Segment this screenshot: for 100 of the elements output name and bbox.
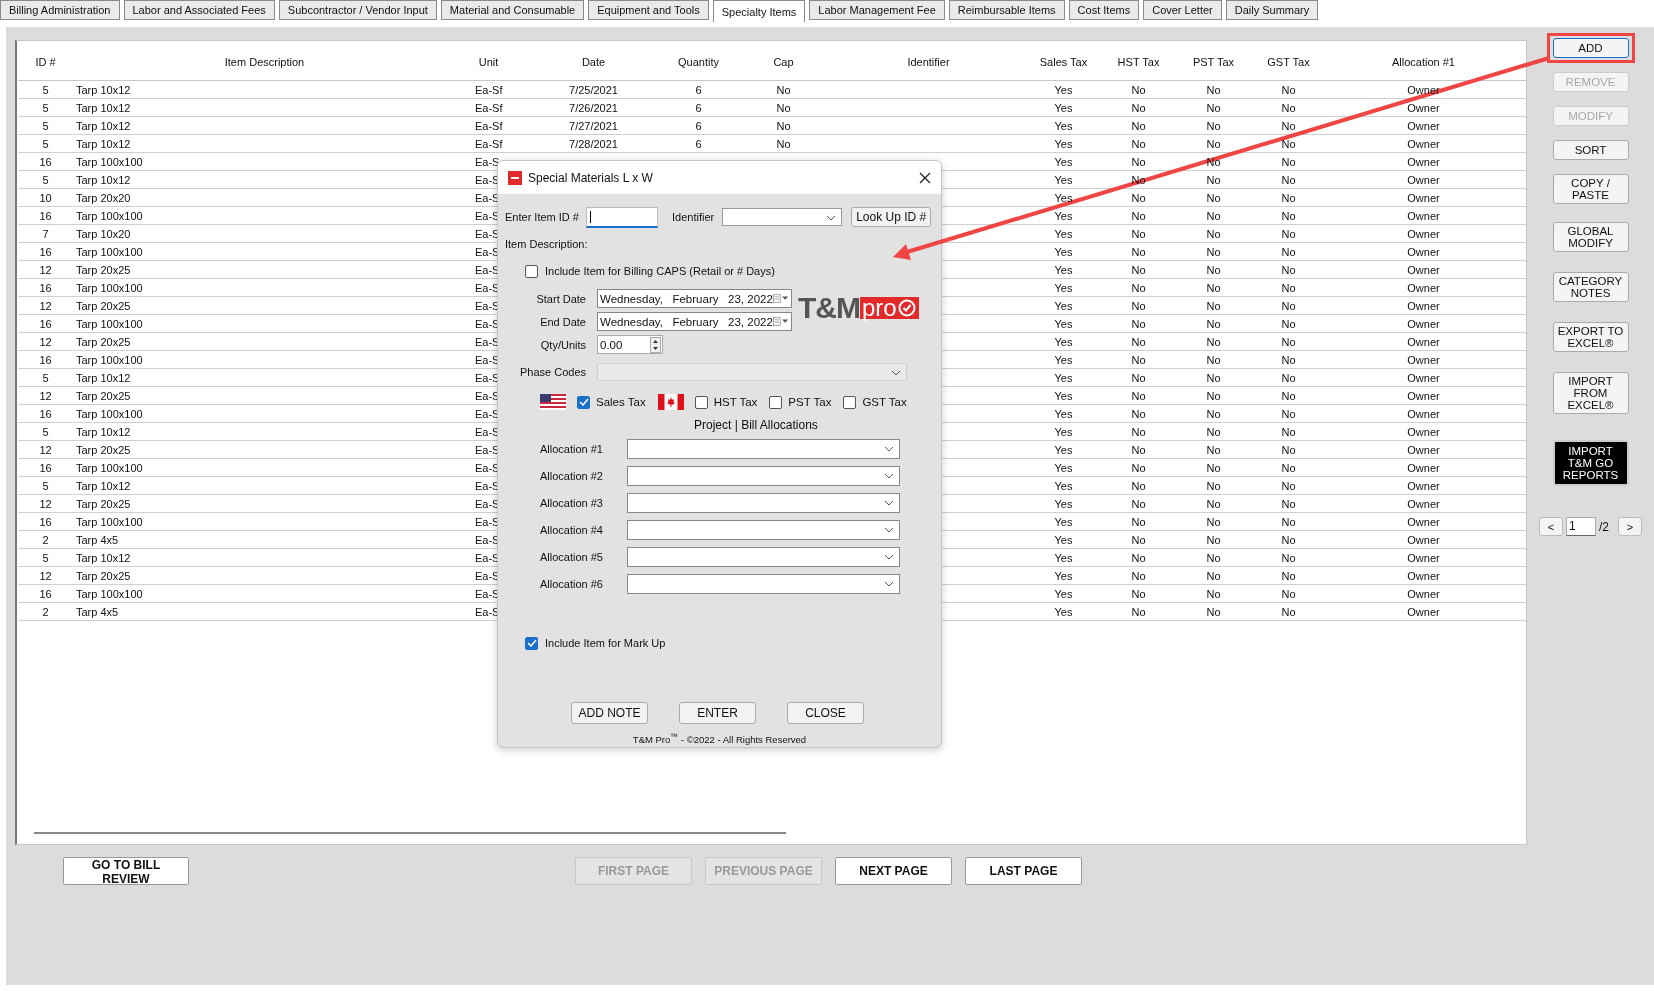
table-cell: Yes (1054, 245, 1073, 258)
calendar-icon[interactable] (772, 293, 788, 304)
side-button[interactable]: COPY / PASTE (1552, 174, 1629, 204)
table-cell: No (1206, 587, 1221, 600)
tab[interactable]: Specialty Items (712, 0, 806, 22)
table-cell: Owner (1407, 587, 1440, 600)
caret-icon[interactable] (884, 527, 894, 533)
table-cell: Yes (1054, 191, 1073, 204)
field-label: Allocation #1 (539, 443, 604, 455)
table-cell: Owner (1407, 335, 1440, 348)
look-up-button[interactable]: Look Up ID # (851, 207, 932, 227)
table-cell: 16 (39, 353, 52, 366)
side-button[interactable]: IMPORT T&M GO REPORTS (1552, 440, 1629, 486)
table-cell: Owner (1407, 533, 1440, 546)
table-cell: 10 (39, 191, 52, 204)
table-cell: 7/27/2021 (569, 119, 618, 132)
calendar-icon[interactable] (772, 316, 788, 327)
tab[interactable]: Labor and Associated Fees (123, 0, 275, 20)
table-cell: Tarp 20x25 (76, 569, 131, 582)
table-cell: No (776, 137, 791, 150)
table-cell: No (1206, 209, 1221, 222)
page-field[interactable]: 1 (1566, 517, 1596, 536)
table-cell: Owner (1407, 425, 1440, 438)
side-button[interactable]: IMPORT FROM EXCEL® (1552, 372, 1629, 414)
tab[interactable]: Cost Items (1068, 0, 1140, 20)
table-cell: No (1206, 389, 1221, 402)
checkbox[interactable] (843, 395, 857, 409)
section-heading: Project | Bill Allocations (694, 418, 819, 434)
caret-icon[interactable] (884, 500, 894, 506)
dialog-button[interactable]: CLOSE (787, 702, 864, 724)
caret-icon[interactable] (884, 446, 894, 452)
table-cell: Yes (1054, 533, 1073, 546)
table-cell: Tarp 100x100 (76, 209, 143, 222)
table-cell: No (1206, 497, 1221, 510)
side-button[interactable]: CATEGORY NOTES (1552, 272, 1629, 302)
table-cell: No (1206, 191, 1221, 204)
table-cell: No (1131, 605, 1146, 618)
table-cell: Tarp 10x12 (76, 371, 131, 384)
table-cell: 5 (42, 83, 49, 96)
table-cell: Owner (1407, 497, 1440, 510)
caret-icon[interactable] (884, 581, 894, 587)
previous-page-button[interactable]: < (1539, 517, 1563, 536)
check-circle-icon (897, 299, 916, 317)
tab[interactable]: Billing Administration (0, 0, 120, 20)
tab[interactable]: Labor Management Fee (809, 0, 945, 20)
allocation-dropdown[interactable] (627, 439, 900, 459)
allocation-dropdown[interactable] (627, 520, 900, 540)
table-cell: No (776, 119, 791, 132)
page-button[interactable]: NEXT PAGE (835, 857, 952, 885)
allocation-dropdown[interactable] (627, 466, 900, 486)
table-cell: Owner (1407, 209, 1440, 222)
allocation-dropdown[interactable] (627, 547, 900, 567)
caret-icon[interactable] (884, 554, 894, 560)
checkbox[interactable] (694, 395, 708, 409)
tab[interactable]: Subcontractor / Vendor Input (278, 0, 437, 20)
checkbox[interactable] (525, 264, 538, 278)
table-cell: Yes (1054, 299, 1073, 312)
tab[interactable]: Cover Letter (1143, 0, 1222, 20)
checkbox[interactable] (577, 395, 590, 409)
tab[interactable]: Material and Consumable (440, 0, 585, 20)
dialog-button[interactable]: ENTER (679, 702, 756, 724)
field-label: Phase Codes (518, 366, 586, 378)
table-cell: 16 (39, 407, 52, 420)
input-field[interactable] (586, 206, 658, 228)
allocation-dropdown[interactable] (627, 493, 900, 513)
side-button[interactable]: SORT (1552, 140, 1629, 160)
spin-arrows-icon[interactable] (650, 336, 661, 353)
side-button[interactable]: GLOBAL MODIFY (1552, 222, 1629, 252)
checkbox[interactable] (769, 395, 783, 409)
dialog-button[interactable]: ADD NOTE (571, 702, 648, 724)
table-cell: No (1206, 605, 1221, 618)
next-page-button[interactable]: > (1618, 517, 1642, 536)
table-cell: 6 (695, 83, 702, 96)
field-label: Allocation #3 (539, 497, 604, 509)
close-icon[interactable] (919, 171, 931, 184)
caret-icon[interactable] (884, 473, 894, 479)
date-picker[interactable]: Wednesday, February 23, 2022 (597, 312, 792, 331)
tab[interactable]: Equipment and Tools (588, 0, 709, 20)
scrollbar-thumb[interactable] (34, 832, 786, 834)
tab[interactable]: Daily Summary (1225, 0, 1319, 20)
table-cell: Yes (1054, 137, 1073, 150)
quantity-spinner[interactable]: 0.00 (597, 335, 663, 354)
checkbox[interactable] (525, 636, 538, 650)
table-cell: 5 (42, 101, 49, 114)
table-cell: Tarp 20x20 (76, 191, 131, 204)
tab[interactable]: Reimbursable Items (948, 0, 1065, 20)
table-cell: Owner (1407, 281, 1440, 294)
page-button[interactable]: LAST PAGE (965, 857, 1082, 885)
table-cell: 12 (39, 497, 52, 510)
caret-icon[interactable] (826, 215, 837, 221)
bill-review-button[interactable]: GO TO BILL REVIEW (63, 857, 189, 885)
date-picker[interactable]: Wednesday, February 23, 2022 (597, 289, 792, 308)
table-cell: Yes (1054, 425, 1073, 438)
table-cell: 7 (42, 227, 49, 240)
table-cell: Yes (1054, 335, 1073, 348)
allocation-dropdown[interactable] (627, 574, 900, 594)
side-button[interactable]: EXPORT TO EXCEL® (1552, 322, 1629, 352)
side-button[interactable]: ADD (1552, 38, 1629, 58)
table-cell: Owner (1407, 443, 1440, 456)
table-cell: No (1281, 263, 1296, 276)
